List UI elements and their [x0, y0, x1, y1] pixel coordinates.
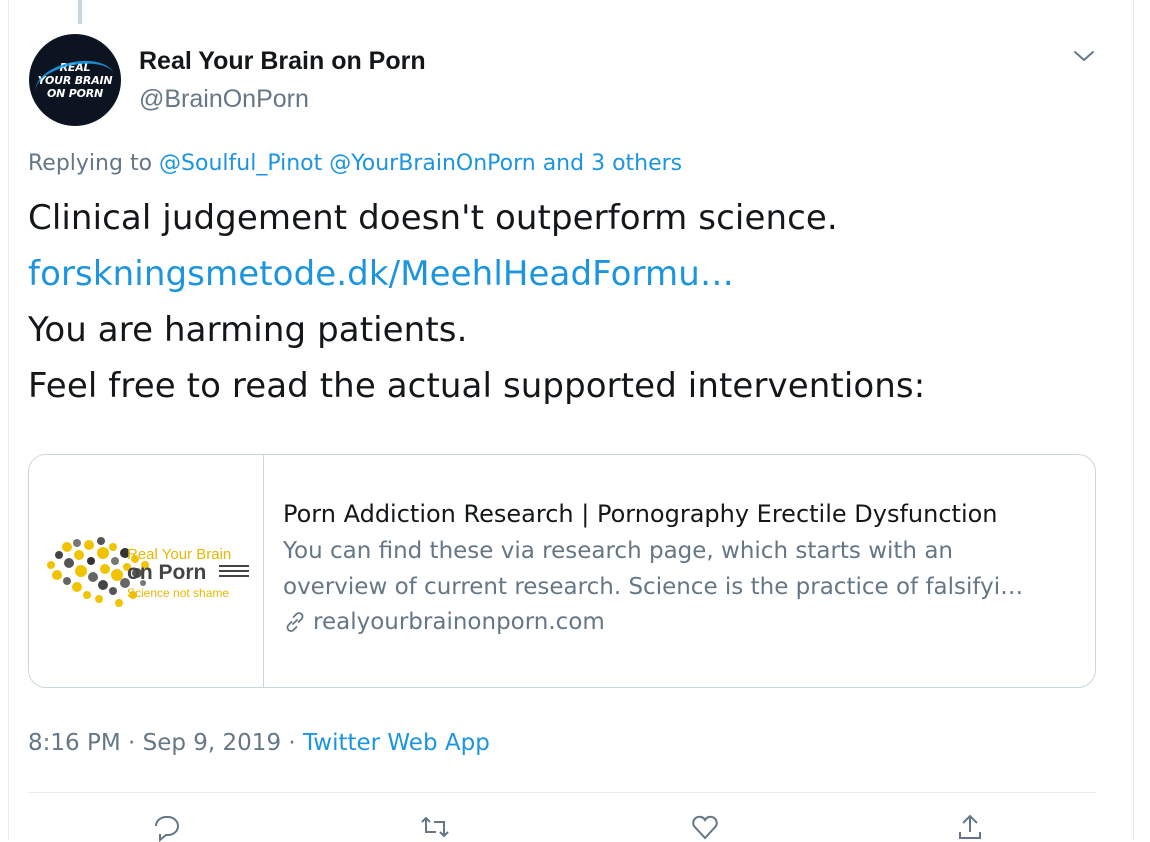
- link-card-description-line: overview of current research. Science is…: [283, 574, 1024, 600]
- like-icon[interactable]: [690, 812, 720, 842]
- tweet-text-line: You are harming patients.: [28, 310, 468, 350]
- tweet-text: Clinical judgement doesn't outperform sc…: [28, 190, 925, 414]
- author-handle[interactable]: @BrainOnPorn: [139, 85, 309, 114]
- tweet-url-link[interactable]: forskningsmetode.dk/MeehlHeadFormu…: [28, 246, 925, 302]
- link-card-thumbnail: Real Your Brain on Porn Science not sham…: [29, 455, 264, 687]
- others-link[interactable]: and 3 others: [543, 151, 682, 176]
- mention-link[interactable]: @Soulful_Pinot: [159, 151, 322, 176]
- tweet-date[interactable]: Sep 9, 2019: [143, 730, 281, 756]
- replying-to-label: Replying to: [28, 151, 153, 176]
- meta-separator: ·: [128, 730, 136, 756]
- logo-tagline: Science not shame: [127, 586, 229, 600]
- link-card-description: You can find these via research page, wh…: [283, 533, 1073, 605]
- link-card-domain: realyourbrainonporn.com: [283, 609, 1073, 635]
- logo-bars-graphic: [219, 565, 249, 577]
- author-display-name[interactable]: Real Your Brain on Porn: [139, 47, 426, 76]
- reply-icon[interactable]: [152, 812, 182, 842]
- action-bar-divider: [28, 792, 1096, 793]
- link-card-domain-text: realyourbrainonporn.com: [313, 609, 605, 635]
- link-card-title: Porn Addiction Research | Pornography Er…: [283, 500, 998, 528]
- tweet-time[interactable]: 8:16 PM: [28, 730, 121, 756]
- tweet-metadata: 8:16 PM · Sep 9, 2019 · Twitter Web App: [28, 730, 490, 756]
- tweet-card: [8, 0, 1134, 840]
- meta-separator: ·: [288, 730, 296, 756]
- share-icon[interactable]: [955, 812, 985, 842]
- logo-line2: on Porn: [127, 561, 206, 584]
- link-card-description-line: You can find these via research page, wh…: [283, 538, 953, 564]
- tweet-text-line: Clinical judgement doesn't outperform sc…: [28, 198, 838, 238]
- retweet-icon[interactable]: [420, 812, 450, 842]
- link-preview-card[interactable]: Real Your Brain on Porn Science not sham…: [28, 454, 1096, 688]
- tweet-text-line: Feel free to read the actual supported i…: [28, 366, 926, 406]
- brain-logo-icon: Real Your Brain on Porn Science not sham…: [47, 537, 249, 607]
- link-icon: [286, 612, 304, 632]
- replying-to-line: Replying to @Soulful_Pinot @YourBrainOnP…: [28, 151, 682, 176]
- avatar[interactable]: REAL YOUR BRAIN ON PORN: [29, 34, 121, 126]
- link-card-body: Porn Addiction Research | Pornography Er…: [283, 497, 1073, 635]
- mention-link[interactable]: @YourBrainOnPorn: [329, 151, 535, 176]
- thread-connector-line: [78, 0, 82, 24]
- tweet-source-link[interactable]: Twitter Web App: [303, 730, 490, 756]
- chevron-down-icon[interactable]: [1072, 44, 1096, 68]
